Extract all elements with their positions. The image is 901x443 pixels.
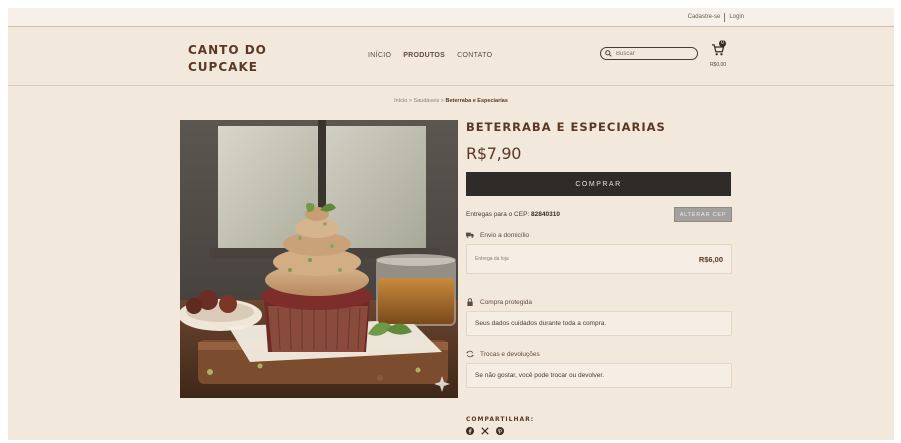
cep-row: Entregas para o CEP: 82840310 ALTERAR CE… (466, 207, 732, 222)
cart-button[interactable]: 0 R$0,00 (705, 40, 731, 68)
secure-section-title: Compra protegida (466, 298, 732, 306)
shipping-price: R$6,00 (698, 254, 723, 264)
shipping-title: Envio a domicílio (480, 231, 530, 239)
cep-value: 82840310 (531, 211, 560, 218)
main-nav: INÍCIO PRODUTOS CONTATO (368, 52, 492, 59)
site-header: CANTO DO CUPCAKE INÍCIO PRODUTOS CONTATO… (8, 27, 894, 86)
shipping-option-label: Entrega da loja (475, 256, 509, 262)
change-cep-button[interactable]: ALTERAR CEP (674, 207, 732, 222)
secure-text: Seus dados cuidados durante toda a compr… (475, 320, 607, 327)
cep-info: Entregas para o CEP: 82840310 (466, 211, 560, 218)
logo-line-2: CUPCAKE (188, 60, 258, 74)
refresh-icon (466, 350, 474, 358)
nav-item-inicio[interactable]: INÍCIO (368, 52, 391, 59)
share-label: COMPARTILHAR: (466, 416, 535, 423)
search-icon[interactable] (605, 50, 612, 57)
lock-icon (467, 298, 473, 306)
returns-text: Se não gostar, você pode trocar ou devol… (475, 372, 605, 379)
product-title: BETERRABA E ESPECIARIAS (466, 120, 666, 134)
site-logo[interactable]: CANTO DO CUPCAKE (188, 42, 278, 76)
breadcrumb-current: Beterraba e Especiarias (445, 98, 508, 104)
divider (724, 12, 726, 22)
cupcake-photo (180, 120, 458, 398)
register-link[interactable]: Cadastre-se (688, 14, 721, 20)
page: Cadastre-se Login CANTO DO CUPCAKE INÍCI… (8, 8, 894, 440)
cep-label: Entregas para o CEP: (466, 211, 530, 218)
product-image[interactable] (180, 120, 458, 398)
returns-section-title: Trocas e devoluções (466, 350, 732, 358)
pinterest-icon[interactable] (496, 427, 504, 435)
shipping-section-title: Envio a domicílio (466, 231, 732, 239)
breadcrumb: Início > Saudáveis > Beterraba e Especia… (8, 98, 894, 104)
breadcrumb-home[interactable]: Início (394, 98, 407, 104)
facebook-icon[interactable] (466, 427, 474, 435)
returns-info: Se não gostar, você pode trocar ou devol… (466, 363, 732, 388)
returns-title: Trocas e devoluções (480, 350, 540, 358)
cart-count-badge: 0 (719, 40, 726, 47)
search-box (600, 47, 698, 60)
nav-item-contato[interactable]: CONTATO (457, 52, 492, 59)
cart-total: R$0,00 (709, 62, 727, 68)
buy-button[interactable]: COMPRAR (466, 172, 731, 196)
breadcrumb-category[interactable]: Saudáveis (414, 98, 440, 104)
secure-info: Seus dados cuidados durante toda a compr… (466, 311, 732, 336)
secure-title: Compra protegida (480, 298, 533, 306)
share-section: COMPARTILHAR: (466, 416, 534, 435)
truck-icon (466, 232, 474, 238)
top-bar: Cadastre-se Login (8, 8, 894, 27)
logo-line-1: CANTO DO (188, 43, 267, 57)
login-link[interactable]: Login (729, 14, 744, 20)
product-price: R$7,90 (466, 144, 522, 163)
search-input[interactable] (616, 50, 696, 57)
shipping-option[interactable]: Entrega da loja R$6,00 (466, 244, 732, 274)
product-info: BETERRABA E ESPECIARIAS R$7,90 COMPRAR E… (466, 120, 732, 388)
share-icons (466, 427, 534, 435)
nav-item-produtos[interactable]: PRODUTOS (403, 52, 445, 59)
x-icon[interactable] (481, 427, 489, 435)
